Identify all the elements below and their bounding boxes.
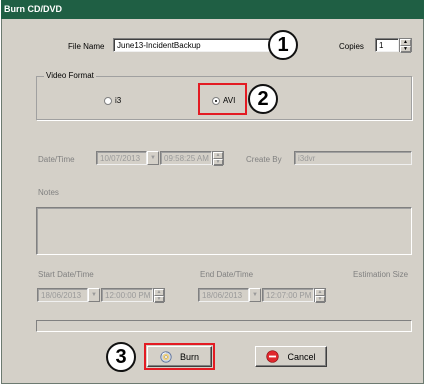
callout-2: 2	[248, 84, 278, 114]
end-time-field: 12:07:00 PM	[262, 288, 314, 302]
spin-up-icon: ▲	[315, 289, 325, 296]
spin-up-icon[interactable]: ▲	[400, 39, 411, 46]
radio-i3-label: i3	[115, 96, 122, 105]
radio-off-icon[interactable]	[104, 96, 112, 105]
datetime-time-spinner: ▲ ▼	[212, 151, 224, 166]
file-name-input[interactable]: June13-IncidentBackup	[113, 38, 270, 52]
burn-button-label: Burn	[179, 351, 199, 362]
end-date-field: 18/06/2013	[198, 288, 249, 302]
spin-down-icon[interactable]: ▼	[400, 46, 411, 53]
radio-on-icon[interactable]	[212, 96, 220, 105]
spin-down-icon: ▼	[315, 296, 325, 303]
callout-1: 1	[268, 30, 298, 60]
copies-label: Copies	[339, 42, 364, 51]
notes-textarea	[36, 207, 412, 255]
window-title: Burn CD/DVD	[1, 0, 424, 19]
start-time-spinner: ▲ ▼	[153, 288, 165, 303]
cancel-icon	[266, 350, 280, 363]
spin-down-icon: ▼	[154, 296, 164, 303]
end-datetime-label: End Date/Time	[200, 270, 254, 279]
start-datetime-label: Start Date/Time	[38, 270, 94, 279]
start-time-field: 12:00:00 PM	[101, 288, 153, 302]
chevron-down-icon: ▼	[249, 288, 261, 302]
start-date-field: 18/06/2013	[37, 288, 88, 302]
end-time-spinner: ▲ ▼	[314, 288, 326, 303]
create-by-field: i3dvr	[294, 151, 412, 165]
datetime-label: Date/Time	[38, 155, 75, 164]
radio-avi[interactable]: AVI	[212, 96, 235, 105]
datetime-time-field: 09:58:25 AM	[160, 151, 212, 165]
chevron-down-icon: ▼	[88, 288, 100, 302]
radio-i3[interactable]: i3	[104, 96, 121, 105]
notes-label: Notes	[38, 188, 59, 197]
create-by-label: Create By	[246, 155, 282, 164]
spin-up-icon: ▲	[154, 289, 164, 296]
cancel-button[interactable]: Cancel	[255, 346, 327, 367]
file-name-label: File Name	[68, 42, 105, 51]
radio-avi-label: AVI	[223, 96, 236, 105]
copies-input[interactable]: 1	[375, 38, 399, 52]
spin-down-icon: ▼	[213, 159, 223, 166]
callout-3: 3	[106, 342, 136, 372]
burn-button[interactable]: Burn	[147, 346, 212, 367]
progress-bar	[36, 320, 412, 332]
datetime-date-field: 10/07/2013	[96, 151, 147, 165]
chevron-down-icon: ▼	[147, 151, 159, 165]
spin-up-icon: ▲	[213, 152, 223, 159]
copies-spinner[interactable]: ▲ ▼	[399, 38, 412, 53]
cancel-button-label: Cancel	[287, 351, 316, 362]
estimation-size-label: Estimation Size	[353, 270, 409, 279]
video-format-label: Video Format	[44, 71, 96, 80]
disc-burn-icon	[160, 350, 172, 363]
